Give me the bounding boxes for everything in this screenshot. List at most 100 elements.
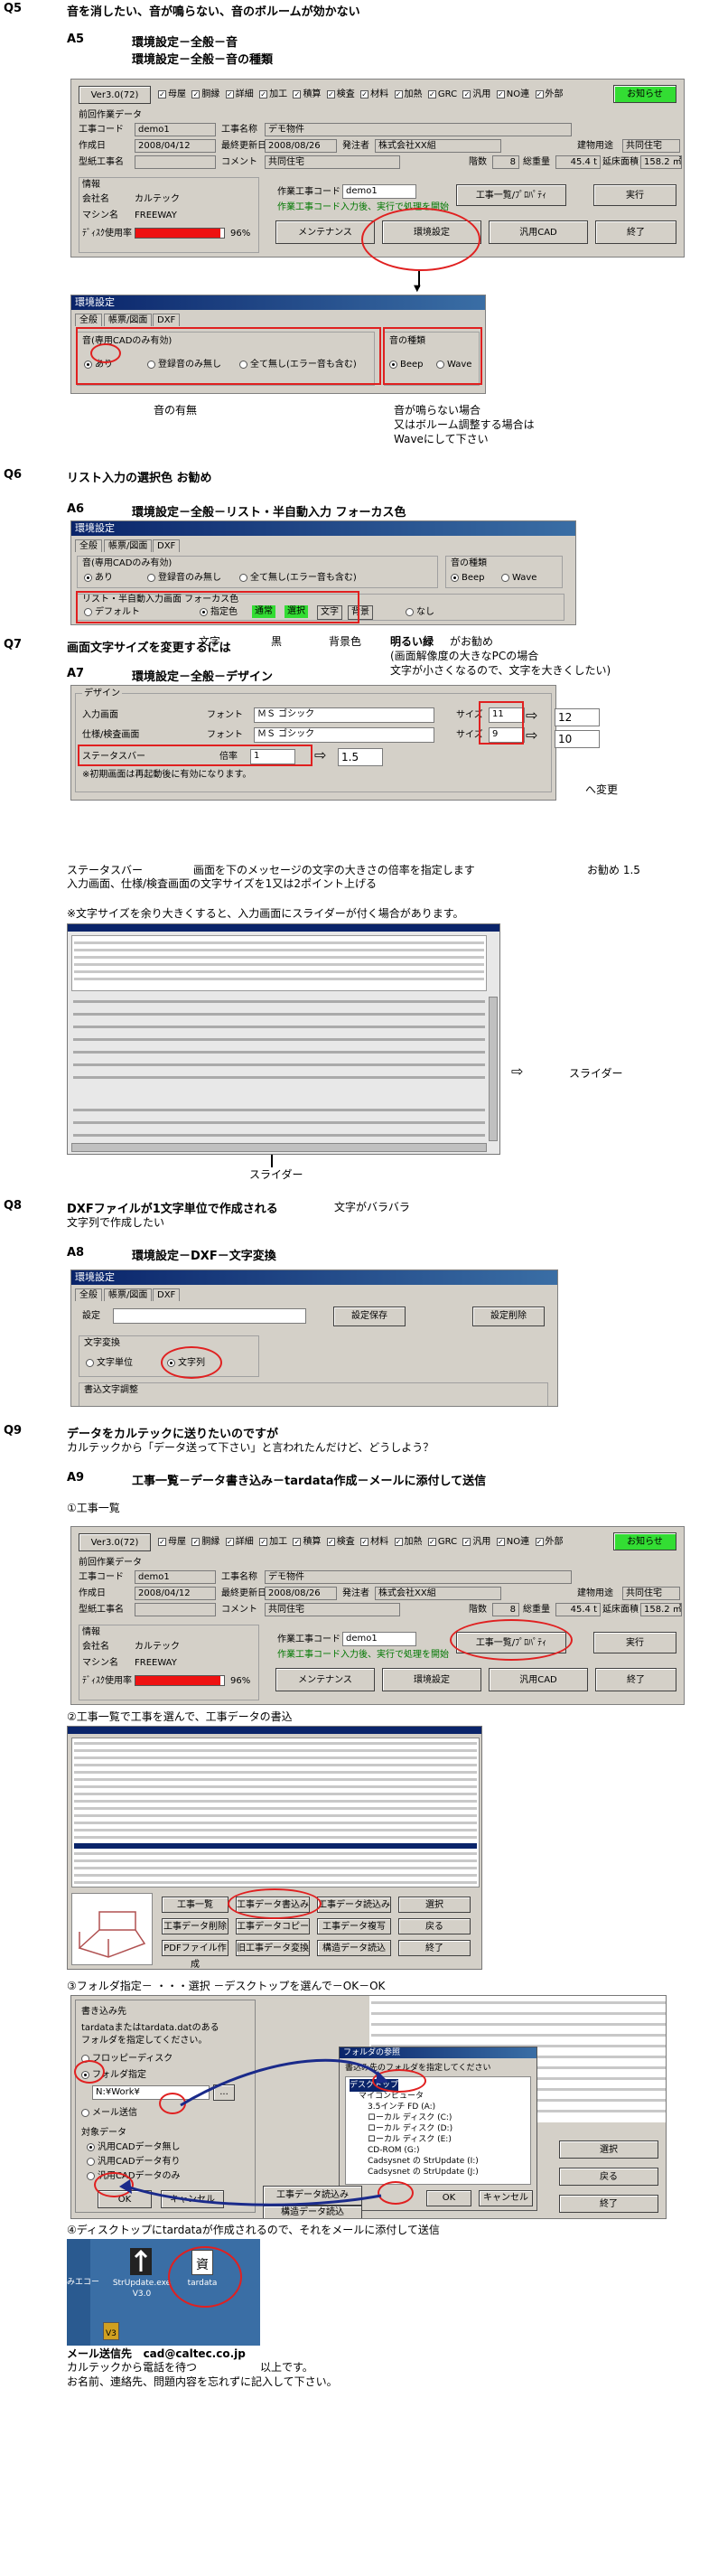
version-button[interactable]: Ver3.0(72) [79, 86, 151, 104]
mail-address[interactable]: cad@caltec.co.jp [144, 2347, 246, 2360]
q7-question: 画面文字サイズを変更するには [67, 642, 231, 655]
input-code-field-2[interactable]: demo1 [342, 1632, 416, 1646]
vertical-slider[interactable] [489, 997, 498, 1141]
list-btn-pdf[interactable]: PDFファイル作成 [162, 1940, 229, 1970]
dxf-tab-dxf[interactable]: DXF [153, 1288, 181, 1301]
save-setting-button[interactable]: 設定保存 [333, 1307, 406, 1326]
work-list-screenshot: 工事一覧 工事データ書込み 工事データ読込み 選択 工事データ削除 工事データコ… [67, 1726, 482, 1970]
work-list-button[interactable]: 工事一覧/ﾌﾟﾛﾊﾟﾃｨ [456, 184, 566, 206]
work-list-table[interactable] [71, 1738, 480, 1888]
wave-note-3: Waveにして下さい [394, 433, 489, 445]
input-code-field[interactable]: demo1 [342, 184, 416, 199]
note-black: 黒 [271, 635, 283, 648]
notice-button[interactable]: お知らせ [613, 85, 676, 103]
list-btn-list[interactable]: 工事一覧 [162, 1897, 229, 1913]
env2-tab-dxf[interactable]: DXF [153, 539, 181, 552]
sound-highlight [76, 327, 381, 385]
version-button-2[interactable]: Ver3.0(72) [79, 1533, 151, 1551]
status-note-c: お勧め 1.5 [587, 864, 640, 876]
env2-tab-report[interactable]: 帳票/図面 [104, 539, 153, 552]
delete-setting-button[interactable]: 設定削除 [472, 1307, 545, 1326]
list-btn-back[interactable]: 戻る [398, 1918, 471, 1934]
cad-button-2[interactable]: 汎用CAD [489, 1668, 588, 1691]
work-code-value-2: demo1 [135, 1570, 216, 1584]
process-value-2 [135, 1603, 216, 1616]
dxf-tab-report[interactable]: 帳票/図面 [104, 1288, 153, 1301]
horizontal-slider[interactable] [71, 1143, 487, 1152]
focus-none[interactable]: なし [406, 606, 434, 619]
list-btn-convert[interactable]: 旧工事データ変換 [236, 1940, 310, 1956]
floors-label: 階数 [469, 157, 487, 167]
work-code-label-2: 工事コード [79, 1572, 124, 1582]
env-settings-button-2[interactable]: 環境設定 [382, 1668, 481, 1691]
q5-question: 音を消したい、音が鳴らない、音のボルームが効かない [67, 5, 360, 19]
a7-number: A7 [67, 667, 85, 680]
arrow-icon-1: ⇨ [526, 707, 538, 724]
q8-number: Q8 [4, 1199, 23, 1213]
tab-report[interactable]: 帳票/図面 [104, 314, 153, 326]
folder-cancel-button[interactable]: キャンセル [479, 2190, 533, 2206]
weight-label: 総重量 [523, 157, 550, 167]
tab-dxf[interactable]: DXF [153, 314, 181, 326]
module-checkboxes-2[interactable]: ✓ 母屋 ✓ 胴縁 ✓ 詳細 ✓ 加工 ✓ 積算 ✓ 検査 ✓ 材料 ✓ 加熱 ✓ GRC ✓ 汎用… [158, 1536, 564, 1549]
write-dialog-title: 書き込み先 [81, 2007, 126, 2017]
list-btn-duplicate[interactable]: 工事データ複写 [317, 1918, 391, 1934]
run-button[interactable]: 実行 [593, 184, 676, 206]
strupdate-icon[interactable] [130, 2248, 152, 2275]
orderer-label: 発注者 [342, 141, 369, 151]
exit-button-2[interactable]: 終了 [595, 1668, 676, 1691]
note-recommend: がお勧め [450, 635, 494, 648]
dxf-tab-general[interactable]: 全般 [75, 1288, 102, 1301]
v3-icon[interactable]: V3 [103, 2322, 119, 2340]
env2-sound-reg-off[interactable]: 登録音のみ無し [147, 572, 221, 585]
mail-line-3: お名前、連絡先、問題内容を忘れずに記入して下さい。 [67, 2375, 338, 2388]
status-note-a: ステータスバー [67, 864, 144, 876]
q8-question-2: 文字がバラバラ [334, 1201, 410, 1213]
slider-arrow-icon: ⇨ [511, 1063, 524, 1080]
input-screen-label: 入力画面 [82, 710, 118, 720]
disk-usage-bar-2 [135, 1675, 225, 1686]
list-btn-select[interactable]: 選択 [398, 1897, 471, 1913]
desktop-icon-echo-label: みエコー [67, 2278, 100, 2287]
building-preview [71, 1893, 153, 1965]
design-group-label: デザイン [82, 688, 122, 700]
a9-number: A9 [67, 1471, 85, 1485]
size-highlight [479, 701, 524, 745]
list-btn-delete[interactable]: 工事データ削除 [162, 1918, 229, 1934]
list-btn-read[interactable]: 工事データ読込み [317, 1897, 391, 1913]
list-btn-structure[interactable]: 構造データ読込 [317, 1940, 391, 1956]
weight-label-2: 総重量 [523, 1605, 550, 1615]
font-select-2[interactable]: ＭＳ ゴシック [254, 727, 434, 743]
env2-sound-on[interactable]: あり [84, 572, 113, 585]
machine-value-2: FREEWAY [135, 1658, 177, 1668]
run-button-2[interactable]: 実行 [593, 1632, 676, 1653]
write-desc-1: tardataまたはtardata.datのある [81, 2023, 219, 2033]
a5-line1: 環境設定－全般－音 [132, 36, 238, 50]
env2-type-wave[interactable]: Wave [501, 572, 536, 585]
q8-question: DXFファイルが1文字単位で作成される [67, 1203, 278, 1216]
q7-number: Q7 [4, 638, 23, 651]
step-4: ④ディスクトップにtardataが作成されるので、それをメールに添付して送信 [67, 2224, 440, 2236]
list-btn-exit[interactable]: 終了 [398, 1940, 471, 1956]
env2-type-beep[interactable]: Beep [451, 572, 485, 585]
a7-answer: 環境設定－全般－デザイン [132, 670, 274, 684]
prev-work-section-2: 前回作業データ [79, 1558, 142, 1568]
cad-button[interactable]: 汎用CAD [489, 220, 588, 244]
convert-char[interactable]: 文字単位 [86, 1357, 133, 1370]
new-ratio: 1.5 [338, 748, 383, 766]
created-value-2: 2008/04/12 [135, 1587, 216, 1600]
slider-shot-list [71, 935, 487, 991]
list-btn-copy[interactable]: 工事データコピー [236, 1918, 310, 1934]
env2-tab-general[interactable]: 全般 [75, 539, 102, 552]
font-select-1[interactable]: ＭＳ ゴシック [254, 707, 434, 723]
area-value: 158.2 ㎡ [640, 155, 682, 169]
env2-sound-all-off[interactable]: 全て無し(エラー音も含む) [239, 572, 357, 585]
maintenance-button[interactable]: メンテナンス [275, 220, 375, 244]
setting-select[interactable] [113, 1308, 306, 1324]
module-checkboxes[interactable]: ✓ 母屋 ✓ 胴縁 ✓ 詳細 ✓ 加工 ✓ 積算 ✓ 検査 ✓ 材料 ✓ 加熱 ✓ GRC ✓ 汎用… [158, 89, 564, 101]
maintenance-button-2[interactable]: メンテナンス [275, 1668, 375, 1691]
area-label-2: 延床面積 [602, 1605, 639, 1615]
exit-button[interactable]: 終了 [595, 220, 676, 244]
tab-general[interactable]: 全般 [75, 314, 102, 326]
notice-button-2[interactable]: お知らせ [613, 1532, 676, 1550]
